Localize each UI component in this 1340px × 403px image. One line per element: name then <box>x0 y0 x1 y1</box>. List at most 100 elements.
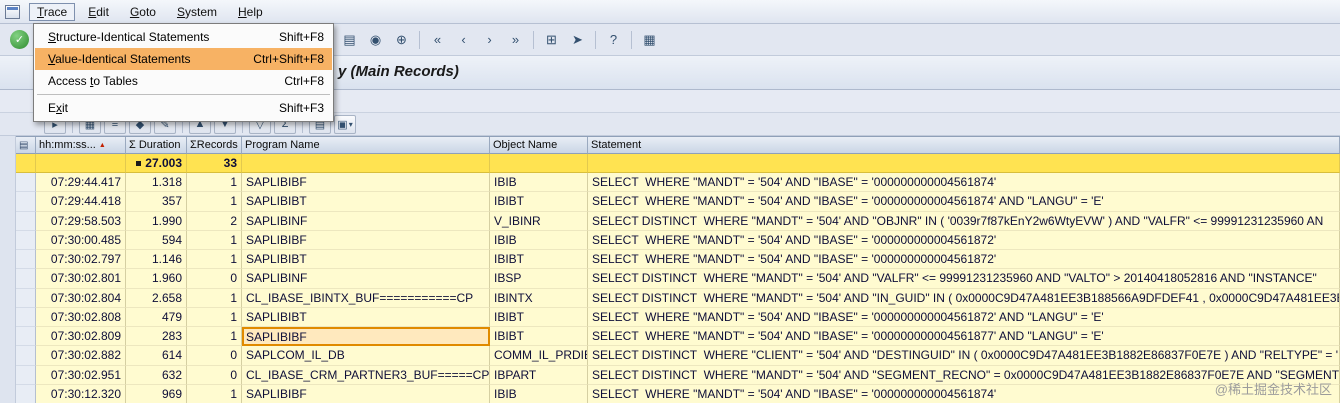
table-row[interactable]: 07:30:02.882 614 0 SAPLCOM_IL_DB COMM_IL_PRD… <box>16 346 1340 366</box>
cell-program-name[interactable]: CL_IBASE_IBINTX_BUF===========CP <box>242 288 490 308</box>
cell-records[interactable]: 0 <box>187 346 242 366</box>
cell-records[interactable]: 1 <box>187 327 242 347</box>
column-header-program[interactable]: Program Name <box>242 137 490 154</box>
cell-records[interactable]: 1 <box>187 384 242 403</box>
cell-time[interactable]: 07:30:02.797 <box>36 250 126 270</box>
table-row[interactable]: 07:29:58.503 1.990 2 SAPLIBINF V_IBINR SELECT… <box>16 211 1340 231</box>
cell-statement[interactable]: SELECT DISTINCT WHERE "MANDT" = '504' AN… <box>588 269 1340 289</box>
row-select-cell[interactable] <box>16 346 36 366</box>
column-header-records[interactable]: ΣRecords <box>187 137 242 154</box>
last-page-button[interactable]: » <box>504 28 527 51</box>
cell-object-name[interactable]: IBIB <box>490 384 588 403</box>
cell-duration[interactable]: 1.146 <box>126 250 187 270</box>
cell-time[interactable]: 07:29:58.503 <box>36 211 126 231</box>
cell-records[interactable]: 1 <box>187 230 242 250</box>
cell-time[interactable]: 07:30:02.808 <box>36 307 126 327</box>
row-select-cell[interactable] <box>16 211 36 231</box>
cell-statement[interactable]: SELECT WHERE "MANDT" = '504' AND "IBASE"… <box>588 192 1340 212</box>
cell-object-name[interactable]: IBSP <box>490 269 588 289</box>
cell-program-name[interactable]: CL_IBASE_CRM_PARTNER3_BUF=====CP <box>242 365 490 385</box>
help-button[interactable]: ? <box>602 28 625 51</box>
table-row[interactable]: 07:29:44.417 1.318 1 SAPLIBIBF IBIB SELECT WH… <box>16 173 1340 193</box>
cell-object-name[interactable]: IBPART <box>490 365 588 385</box>
cell-time[interactable]: 07:30:02.801 <box>36 269 126 289</box>
cell-duration[interactable]: 283 <box>126 327 187 347</box>
cell-duration[interactable]: 1.318 <box>126 173 187 193</box>
cell-object-name[interactable]: IBIBT <box>490 327 588 347</box>
cell-duration[interactable]: 357 <box>126 192 187 212</box>
row-select-cell[interactable] <box>16 269 36 289</box>
cell-statement[interactable]: SELECT WHERE "MANDT" = '504' AND "IBASE"… <box>588 327 1340 347</box>
column-header-statement[interactable]: Statement <box>588 137 1340 154</box>
cell-records[interactable]: 1 <box>187 288 242 308</box>
cell-program-name[interactable]: SAPLIBINF <box>242 269 490 289</box>
cell-records[interactable]: 1 <box>187 307 242 327</box>
next-page-button[interactable]: › <box>478 28 501 51</box>
find-next-button[interactable]: ⊕ <box>390 28 413 51</box>
table-row[interactable]: 07:30:02.801 1.960 0 SAPLIBINF IBSP SELECT DI… <box>16 269 1340 289</box>
cell-time[interactable]: 07:30:02.882 <box>36 346 126 366</box>
cell-statement[interactable]: SELECT WHERE "MANDT" = '504' AND "IBASE"… <box>588 230 1340 250</box>
cell-duration[interactable]: 1.990 <box>126 211 187 231</box>
cell-object-name[interactable]: IBIBT <box>490 307 588 327</box>
cell-records[interactable]: 0 <box>187 365 242 385</box>
cell-records[interactable]: 1 <box>187 192 242 212</box>
screen-icon[interactable] <box>5 4 20 19</box>
cell-time[interactable]: 07:30:02.804 <box>36 288 126 308</box>
cell-time[interactable]: 07:29:44.418 <box>36 192 126 212</box>
cell-program-name[interactable]: SAPLIBIBT <box>242 250 490 270</box>
column-header-object[interactable]: Object Name <box>490 137 588 154</box>
cell-records[interactable]: 0 <box>187 269 242 289</box>
enter-button[interactable]: ✓ <box>10 30 29 49</box>
cell-program-name[interactable]: SAPLIBIBF <box>242 327 490 347</box>
cell-object-name[interactable]: IBIB <box>490 230 588 250</box>
menu-trace[interactable]: Trace <box>29 2 76 21</box>
cell-statement[interactable]: SELECT DISTINCT WHERE "MANDT" = '504' AN… <box>588 211 1340 231</box>
menu-item-access-to-tables[interactable]: Access to Tables Ctrl+F8 <box>35 70 332 92</box>
create-shortcut-button[interactable]: ➤ <box>566 28 589 51</box>
column-header-time[interactable]: hh:mm:ss... ▲ <box>36 137 126 154</box>
cell-program-name[interactable]: SAPLCOM_IL_DB <box>242 346 490 366</box>
cell-program-name[interactable]: SAPLIBIBF <box>242 230 490 250</box>
menu-edit[interactable]: Edit <box>80 3 117 21</box>
column-header-duration[interactable]: Σ Duration <box>126 137 187 154</box>
new-session-button[interactable]: ⊞ <box>540 28 563 51</box>
table-row[interactable]: 07:30:02.951 632 0 CL_IBASE_CRM_PARTNER3_BU… <box>16 365 1340 385</box>
table-row[interactable]: 07:30:02.808 479 1 SAPLIBIBT IBIBT SELECT WHE… <box>16 307 1340 327</box>
cell-duration[interactable]: 632 <box>126 365 187 385</box>
cell-duration[interactable]: 2.658 <box>126 288 187 308</box>
cell-statement[interactable]: SELECT DISTINCT WHERE "MANDT" = '504' AN… <box>588 288 1340 308</box>
cell-program-name[interactable]: SAPLIBIBF <box>242 384 490 403</box>
customize-layout-button[interactable]: ▦ <box>638 28 661 51</box>
cell-program-name[interactable]: SAPLIBIBF <box>242 173 490 193</box>
row-select-cell[interactable] <box>16 365 36 385</box>
table-row[interactable]: 07:30:02.809 283 1 SAPLIBIBF IBIBT SELECT WHE… <box>16 327 1340 347</box>
table-row[interactable]: 07:30:00.485 594 1 SAPLIBIBF IBIB SELECT WHER… <box>16 230 1340 250</box>
cell-time[interactable]: 07:30:02.809 <box>36 327 126 347</box>
cell-time[interactable]: 07:30:02.951 <box>36 365 126 385</box>
row-select-cell[interactable] <box>16 173 36 193</box>
row-select-cell[interactable] <box>16 192 36 212</box>
first-page-button[interactable]: « <box>426 28 449 51</box>
table-row[interactable]: 07:30:02.804 2.658 1 CL_IBASE_IBINTX_BUF===… <box>16 288 1340 308</box>
cell-time[interactable]: 07:30:00.485 <box>36 230 126 250</box>
menu-system[interactable]: System <box>169 3 225 21</box>
cell-duration[interactable]: 1.960 <box>126 269 187 289</box>
menu-item-structure-identical-statements[interactable]: Structure-Identical Statements Shift+F8 <box>35 26 332 48</box>
menu-help[interactable]: Help <box>230 3 271 21</box>
row-select-cell[interactable] <box>16 384 36 403</box>
cell-duration[interactable]: 594 <box>126 230 187 250</box>
cell-time[interactable]: 07:29:44.417 <box>36 173 126 193</box>
row-select-cell[interactable] <box>16 250 36 270</box>
menu-item-value-identical-statements[interactable]: Value-Identical Statements Ctrl+Shift+F8 <box>35 48 332 70</box>
cell-object-name[interactable]: IBIBT <box>490 250 588 270</box>
cell-object-name[interactable]: V_IBINR <box>490 211 588 231</box>
cell-duration[interactable]: 969 <box>126 384 187 403</box>
row-select-cell[interactable] <box>16 327 36 347</box>
selection-column-header[interactable]: ▤ <box>16 137 36 154</box>
cell-program-name[interactable]: SAPLIBIBT <box>242 307 490 327</box>
cell-object-name[interactable]: IBINTX <box>490 288 588 308</box>
previous-page-button[interactable]: ‹ <box>452 28 475 51</box>
find-button[interactable]: ◉ <box>364 28 387 51</box>
cell-statement[interactable]: SELECT WHERE "MANDT" = '504' AND "IBASE"… <box>588 307 1340 327</box>
